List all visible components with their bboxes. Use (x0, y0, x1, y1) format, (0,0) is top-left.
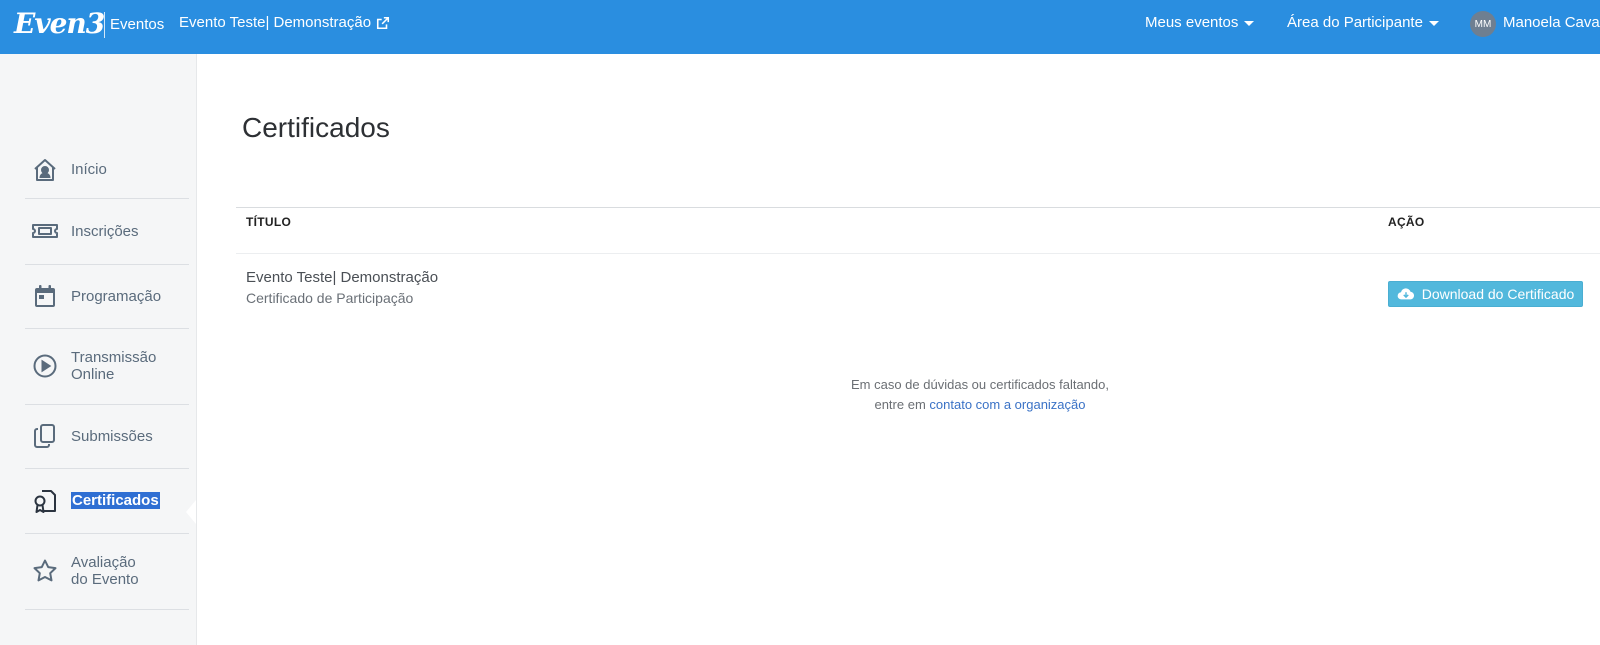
certificate-type: Certificado de Participação (246, 290, 414, 306)
avatar[interactable]: MM (1470, 11, 1496, 37)
ticket-icon (31, 217, 59, 245)
sidebar-item-label: Avaliação do Evento (71, 554, 139, 588)
external-link-icon (377, 16, 390, 29)
table-divider (236, 253, 1600, 254)
help-message: Em caso de dúvidas ou certificados falta… (780, 375, 1180, 415)
my-events-label: Meus eventos (1145, 14, 1239, 31)
sidebar-item-inicio[interactable]: Início (25, 141, 189, 199)
logo-subtitle: Eventos (110, 16, 165, 33)
table-divider (236, 207, 1600, 208)
chevron-down-icon (1244, 21, 1255, 26)
active-item-pointer (186, 500, 196, 524)
sidebar-item-label: Transmissão Online (71, 349, 156, 383)
chevron-down-icon (1428, 21, 1439, 26)
sidebar-item-programacao[interactable]: Programação (25, 264, 189, 329)
sidebar-item-label: Programação (71, 287, 162, 305)
sidebar-item-submissoes[interactable]: Submissões (25, 404, 189, 469)
sidebar-item-label: Inscrições (71, 222, 139, 240)
sidebar-item-transmissao-online[interactable]: Transmissão Online (25, 328, 189, 405)
contact-organization-link[interactable]: contato com a organização (929, 397, 1085, 412)
participant-area-menu[interactable]: Área do Participante (1287, 14, 1439, 31)
sidebar-item-label: Submissões (71, 427, 153, 445)
top-navbar: Even3 Eventos Evento Teste| Demonstração… (0, 0, 1600, 54)
my-events-menu[interactable]: Meus eventos (1145, 14, 1255, 31)
event-link-label: Evento Teste| Demonstração (179, 14, 372, 31)
help-line-1: Em caso de dúvidas ou certificados falta… (851, 377, 1109, 392)
sidebar: Início Inscrições Programação Transmissã… (0, 54, 197, 645)
calendar-icon (31, 282, 59, 310)
copy-documents-icon (31, 422, 59, 450)
label-line-2: do Evento (71, 571, 139, 588)
home-user-icon (31, 156, 59, 184)
certificate-event-title: Evento Teste| Demonstração (246, 269, 439, 286)
download-button-label: Download do Certificado (1421, 286, 1575, 302)
event-link[interactable]: Evento Teste| Demonstração (179, 14, 390, 31)
sidebar-item-label: Início (71, 161, 107, 178)
participant-area-label: Área do Participante (1287, 14, 1423, 31)
page-title: Certificados (242, 112, 390, 143)
certificate-icon (31, 487, 59, 515)
sidebar-item-avaliacao-evento[interactable]: Avaliação do Evento (25, 533, 189, 610)
sidebar-item-inscricoes[interactable]: Inscrições (25, 198, 189, 265)
column-header-title: TÍTULO (246, 215, 292, 229)
play-circle-icon (31, 352, 59, 380)
sidebar-item-certificados[interactable]: Certificados (25, 468, 189, 534)
sidebar-item-label: Certificados (71, 492, 160, 509)
help-line-2-prefix: entre em (874, 397, 926, 412)
even3-logo[interactable]: Even3 (14, 8, 105, 40)
star-icon (31, 557, 59, 585)
label-line-1: Transmissão (71, 349, 157, 366)
cloud-download-icon (1397, 288, 1414, 300)
user-name[interactable]: Manoela Caval (1503, 14, 1600, 31)
label-line-2: Online (71, 366, 115, 383)
column-header-action: AÇÃO (1388, 215, 1425, 229)
download-certificate-button[interactable]: Download do Certificado (1388, 281, 1583, 307)
label-line-1: Avaliação (71, 554, 136, 571)
logo-divider (104, 12, 105, 38)
